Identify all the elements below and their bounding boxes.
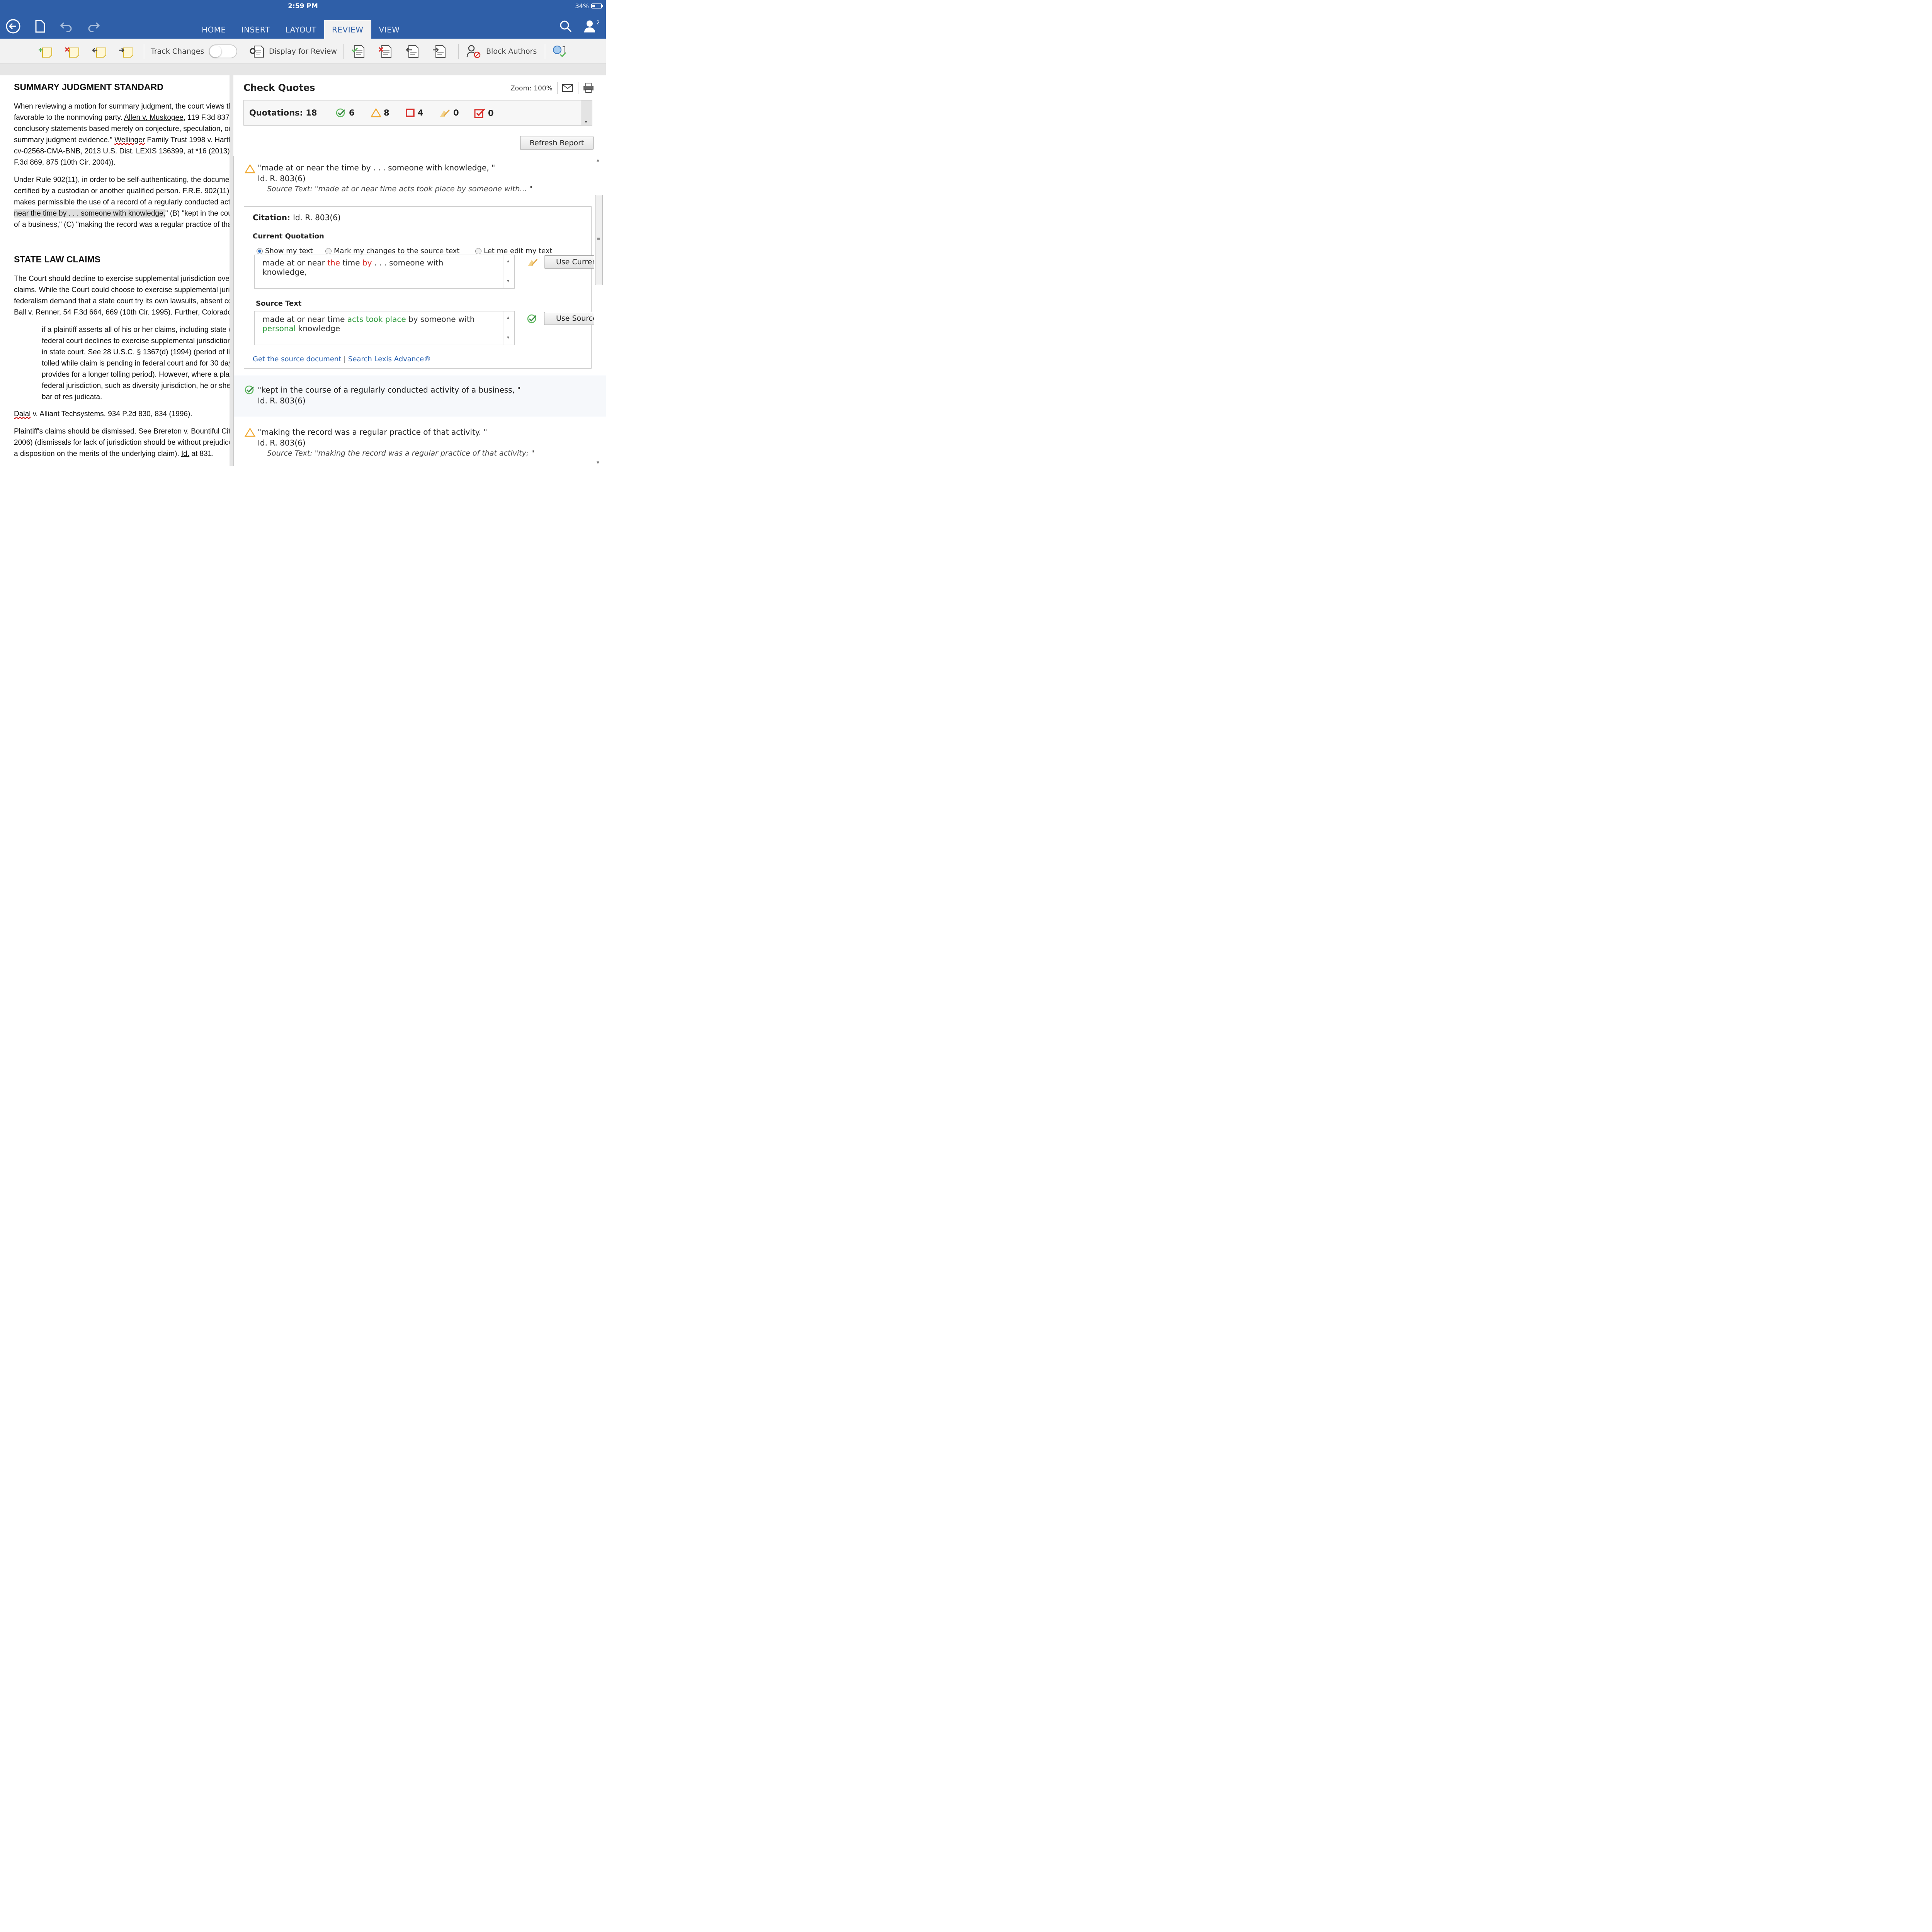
tab-home[interactable]: HOME bbox=[194, 20, 234, 39]
check-quotes-panel: Check Quotes Zoom: 100% Quotations: 18 6… bbox=[233, 75, 606, 466]
quotation-citation: Id. R. 803(6) bbox=[258, 438, 306, 447]
accept-change-icon[interactable] bbox=[351, 44, 367, 59]
track-changes[interactable]: Track Changes bbox=[151, 44, 238, 59]
warning-triangle-icon bbox=[244, 164, 256, 175]
use-current-button[interactable]: Use Current bbox=[544, 255, 594, 269]
delete-comment-icon[interactable] bbox=[64, 44, 80, 59]
source-text-preview: Source Text: "made at or near time acts … bbox=[267, 185, 533, 193]
edited-quote-icon bbox=[527, 258, 539, 269]
quotation-detail-card: Citation: Id. R. 803(6) Current Quotatio… bbox=[244, 206, 594, 369]
display-for-review[interactable]: Display for Review bbox=[249, 44, 337, 59]
document-page[interactable]: SUMMARY JUDGMENT STANDARD When reviewing… bbox=[0, 75, 230, 466]
source-text-textbox[interactable]: made at or near time acts took place by … bbox=[254, 311, 515, 345]
undo-icon[interactable] bbox=[58, 18, 75, 35]
ribbon-tabs: HOME INSERT LAYOUT REVIEW VIEW bbox=[194, 20, 408, 39]
error-square-icon bbox=[406, 109, 415, 117]
zoom-level[interactable]: Zoom: 100% bbox=[510, 85, 553, 92]
warning-triangle-icon bbox=[244, 427, 256, 439]
block-authors-label: Block Authors bbox=[486, 47, 537, 56]
title-bar: 2:59 PM 34% HOME INSERT LAYOUT REVIEW VI… bbox=[0, 0, 606, 39]
workspace-gutter bbox=[0, 64, 606, 75]
user-count-badge: 2 bbox=[596, 20, 600, 26]
pane-divider[interactable] bbox=[230, 75, 233, 466]
current-quotation-label: Current Quotation bbox=[253, 232, 324, 240]
quotation-count: Quotations: 18 bbox=[249, 108, 317, 117]
reject-change-icon[interactable] bbox=[378, 44, 394, 59]
tab-review[interactable]: REVIEW bbox=[324, 20, 371, 39]
previous-change-icon[interactable] bbox=[405, 44, 421, 59]
textbox-scrollbar[interactable] bbox=[503, 255, 514, 288]
email-icon[interactable] bbox=[562, 84, 573, 94]
track-changes-label: Track Changes bbox=[151, 47, 204, 56]
quotation-text[interactable]: "made at or near the time by . . . someo… bbox=[258, 163, 495, 172]
get-source-document-link[interactable]: Get the source document bbox=[253, 355, 341, 363]
battery-icon bbox=[591, 3, 603, 9]
radio-mark-changes[interactable]: Mark my changes to the source text bbox=[325, 247, 459, 255]
redo-icon[interactable] bbox=[85, 18, 102, 35]
summary-scrollbar[interactable]: ▾ bbox=[582, 100, 592, 125]
print-icon[interactable] bbox=[583, 82, 594, 95]
quotation-list: "made at or near the time by . . . someo… bbox=[233, 156, 606, 466]
edited-count[interactable]: 0 bbox=[439, 108, 459, 117]
search-lexis-link[interactable]: Search Lexis Advance® bbox=[348, 355, 431, 363]
new-comment-icon[interactable] bbox=[37, 44, 53, 59]
battery-status: 34% bbox=[575, 2, 603, 10]
back-icon[interactable] bbox=[5, 18, 22, 35]
error-count[interactable]: 4 bbox=[405, 108, 423, 117]
verified-check-icon bbox=[245, 385, 255, 396]
status-time: 2:59 PM bbox=[288, 2, 318, 10]
highlighted-quotation[interactable]: near the time by . . . someone with know… bbox=[14, 209, 165, 218]
tab-insert[interactable]: INSERT bbox=[234, 20, 278, 39]
panel-title: Check Quotes bbox=[243, 82, 315, 93]
verified-check-icon bbox=[527, 314, 538, 325]
source-text-label: Source Text bbox=[256, 299, 302, 308]
checked-error-count[interactable]: 0 bbox=[474, 108, 494, 118]
quotation-citation: Id. R. 803(6) bbox=[258, 396, 306, 405]
quotation-text[interactable]: "making the record was a regular practic… bbox=[258, 427, 487, 437]
verified-check-icon bbox=[336, 108, 345, 117]
block-authors[interactable]: Block Authors bbox=[466, 44, 537, 59]
previous-comment-icon[interactable] bbox=[91, 44, 107, 59]
citation-label: Citation: Id. R. 803(6) bbox=[253, 213, 341, 222]
file-icon[interactable] bbox=[32, 18, 49, 35]
check-quotes-icon[interactable] bbox=[552, 44, 569, 59]
quotation-row[interactable]: "kept in the course of a regularly condu… bbox=[234, 375, 606, 417]
refresh-report-button[interactable]: Refresh Report bbox=[520, 136, 594, 150]
edited-quote-icon bbox=[440, 109, 450, 117]
use-source-button[interactable]: Use Source Text bbox=[544, 312, 594, 325]
radio-show-my-text[interactable]: Show my text bbox=[257, 247, 313, 255]
review-ribbon: Track Changes Display for Review Block A… bbox=[0, 39, 606, 64]
tab-layout[interactable]: LAYOUT bbox=[278, 20, 324, 39]
source-text-preview: Source Text: "making the record was a re… bbox=[267, 449, 535, 457]
next-comment-icon[interactable] bbox=[118, 44, 134, 59]
textbox-scrollbar[interactable] bbox=[503, 311, 514, 345]
track-changes-toggle[interactable] bbox=[209, 44, 238, 58]
panel-scrollbar[interactable]: ▲ ≡ ▼ bbox=[592, 156, 606, 466]
next-change-icon[interactable] bbox=[432, 44, 448, 59]
radio-edit-text[interactable]: Let me edit my text bbox=[475, 247, 553, 255]
quotation-text[interactable]: "kept in the course of a regularly condu… bbox=[258, 385, 521, 395]
display-review-icon bbox=[250, 46, 264, 58]
share-users-icon[interactable]: 2 bbox=[583, 18, 600, 35]
current-quotation-textbox[interactable]: made at or near the time by . . . someon… bbox=[254, 255, 515, 289]
heading-state-law-claims: STATE LAW CLAIMS bbox=[14, 254, 101, 264]
warning-count[interactable]: 8 bbox=[371, 108, 389, 117]
checked-error-icon bbox=[474, 108, 485, 118]
detail-links: Get the source document | Search Lexis A… bbox=[253, 355, 431, 363]
battery-percent: 34% bbox=[575, 2, 589, 10]
quotation-citation: Id. R. 803(6) bbox=[258, 174, 306, 183]
verified-count[interactable]: 6 bbox=[336, 108, 355, 117]
heading-summary-judgment: SUMMARY JUDGMENT STANDARD bbox=[14, 82, 163, 92]
quotation-row[interactable]: "making the record was a regular practic… bbox=[234, 417, 606, 466]
block-authors-icon bbox=[466, 45, 481, 58]
display-for-review-label: Display for Review bbox=[269, 47, 337, 56]
scrollbar-thumb[interactable]: ≡ bbox=[595, 195, 603, 285]
tab-view[interactable]: VIEW bbox=[371, 20, 408, 39]
quotation-summary: Quotations: 18 6 8 4 0 0 ▾ bbox=[243, 100, 592, 126]
citation-dalal: Dalal v. Alliant Techsystems, 934 P.2d 8… bbox=[14, 410, 192, 418]
search-icon[interactable] bbox=[557, 18, 574, 35]
warning-triangle-icon bbox=[371, 108, 381, 117]
